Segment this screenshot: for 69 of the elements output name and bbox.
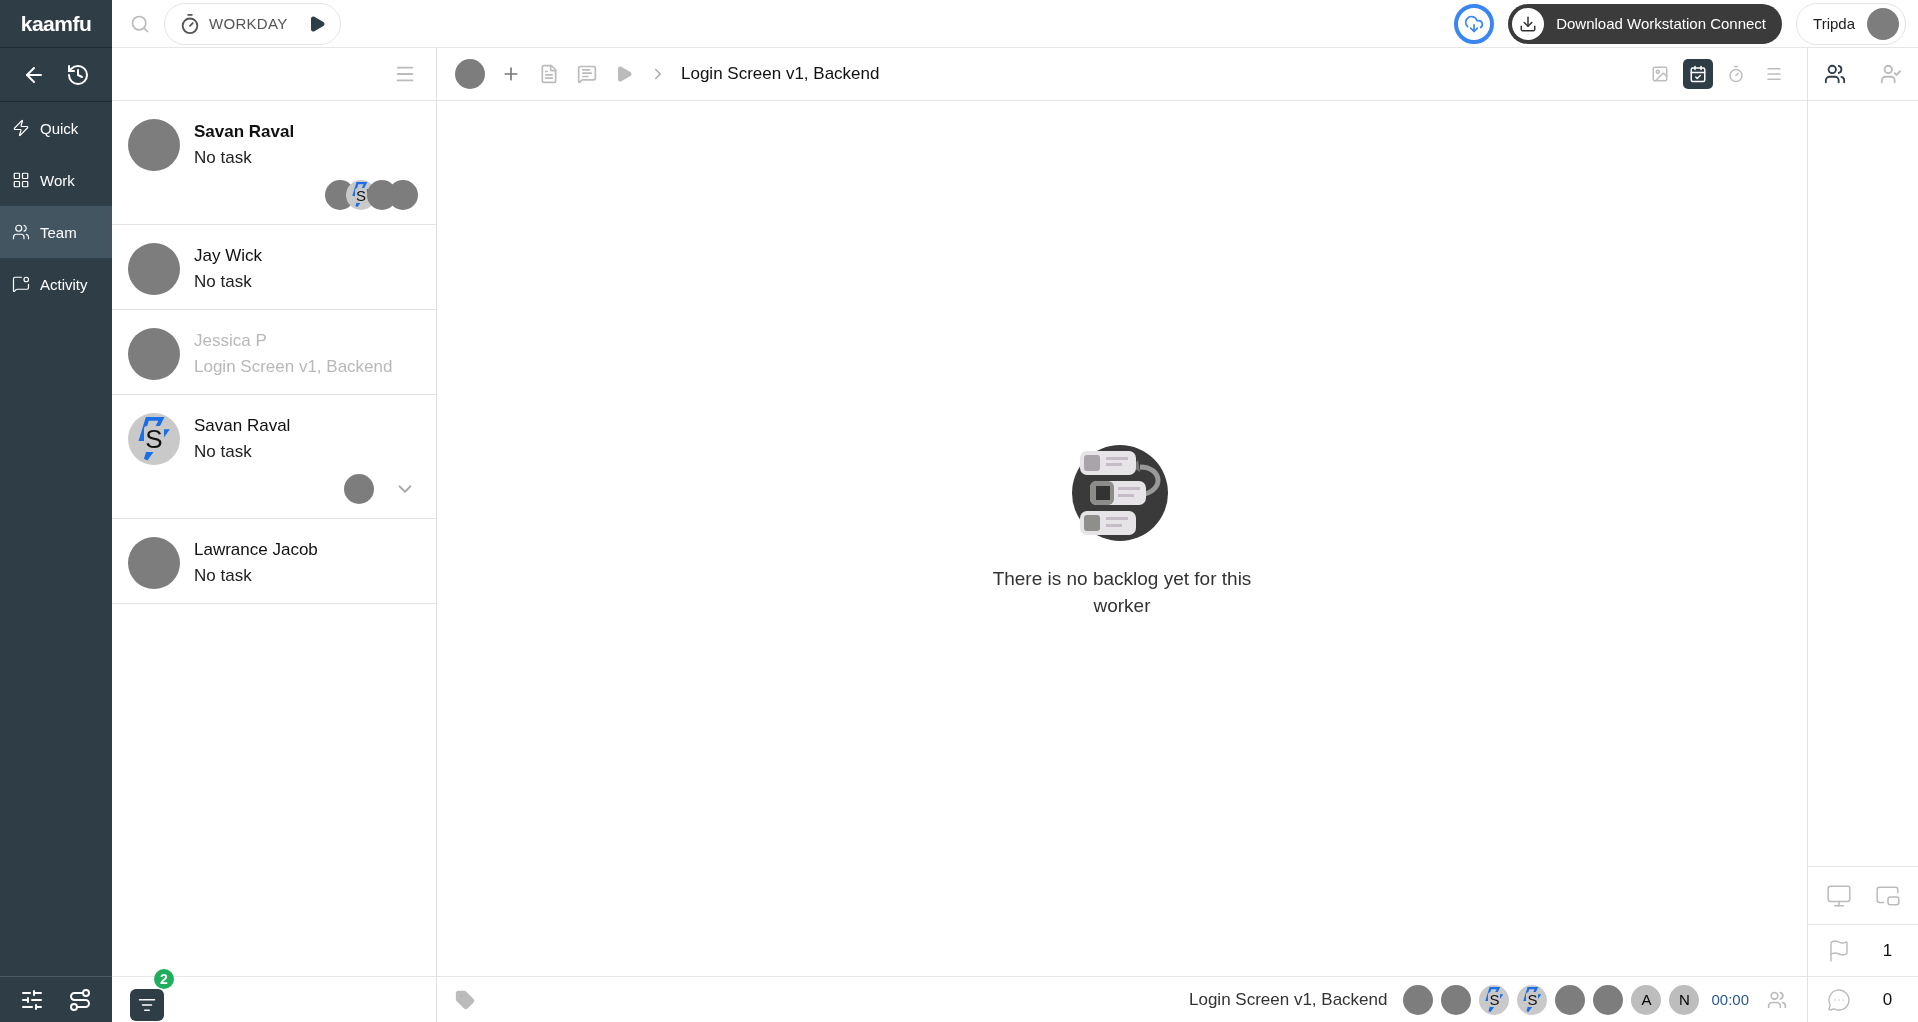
avatar-initial: S bbox=[1488, 992, 1501, 1007]
bolt-icon bbox=[1523, 986, 1542, 1013]
member-name: Jessica P bbox=[194, 331, 268, 351]
comment-icon bbox=[1826, 987, 1851, 1012]
avatar-placeholder bbox=[1441, 984, 1472, 1015]
people-icon bbox=[1824, 63, 1846, 85]
stopwatch-icon bbox=[179, 12, 201, 35]
calendar-check-button[interactable] bbox=[1683, 59, 1713, 89]
nav-item[interactable]: Work bbox=[0, 154, 112, 206]
avatar-placeholder bbox=[1555, 984, 1586, 1015]
avatar-placeholder bbox=[128, 119, 180, 171]
bolt-icon bbox=[12, 119, 30, 137]
comment-count: 0 bbox=[1881, 989, 1894, 1010]
avatar-placeholder bbox=[128, 537, 180, 589]
avatar-placeholder bbox=[344, 474, 374, 504]
footer-task: Login Screen v1, Backend bbox=[1189, 989, 1388, 1010]
timer-label: WORKDAY bbox=[209, 15, 288, 32]
team-icon bbox=[12, 223, 30, 241]
empty-message: There is no backlog yet for this worker bbox=[992, 566, 1252, 618]
avatar-placeholder bbox=[1403, 984, 1434, 1015]
avatar-placeholder bbox=[128, 328, 180, 380]
route-icon bbox=[68, 987, 92, 1012]
user-menu[interactable]: Tripda bbox=[1796, 2, 1906, 45]
nav-item[interactable]: Activity bbox=[0, 258, 112, 310]
flag-count: 1 bbox=[1881, 940, 1894, 961]
comment-icon bbox=[577, 64, 597, 84]
filter-button[interactable] bbox=[130, 988, 164, 1021]
nav-item[interactable]: Quick bbox=[0, 102, 112, 154]
cloud-download-button[interactable] bbox=[1454, 3, 1495, 44]
member-task: No task bbox=[194, 272, 253, 292]
board-icon bbox=[12, 171, 30, 189]
letter-avatar: A bbox=[1631, 984, 1662, 1015]
avatar-placeholder bbox=[1867, 7, 1899, 40]
avatar-initial: S bbox=[144, 426, 164, 452]
member-task: No task bbox=[194, 148, 253, 168]
document-icon bbox=[539, 64, 559, 84]
member-name: Lawrance Jacob bbox=[194, 540, 319, 560]
avatar-placeholder bbox=[128, 243, 180, 295]
image-icon bbox=[1651, 64, 1669, 84]
member-name: Jay Wick bbox=[194, 246, 263, 266]
play-icon bbox=[615, 65, 633, 83]
chat-icon bbox=[12, 275, 30, 293]
bolt-icon bbox=[1485, 986, 1504, 1013]
avatar-placeholder bbox=[1593, 984, 1624, 1015]
cloud-download-icon bbox=[1464, 13, 1485, 34]
task-title: Login Screen v1, Backend bbox=[681, 64, 880, 84]
avatar-initial: S bbox=[1526, 992, 1539, 1007]
search-icon[interactable] bbox=[130, 13, 150, 34]
tag-icon[interactable] bbox=[455, 989, 475, 1010]
calendar-check-icon bbox=[1689, 64, 1707, 84]
letter-avatar: N bbox=[1669, 984, 1700, 1015]
nav-item[interactable]: Team bbox=[0, 206, 112, 258]
member-task: No task bbox=[194, 566, 253, 586]
monitor-icon bbox=[1825, 882, 1852, 909]
member-task: Login Screen v1, Backend bbox=[194, 357, 394, 377]
logo: kaamfu bbox=[0, 0, 112, 48]
people-icon bbox=[1767, 989, 1787, 1010]
member-name: Savan Raval bbox=[194, 122, 296, 142]
member-task: No task bbox=[194, 442, 253, 462]
history-icon bbox=[66, 62, 90, 87]
avatar-placeholder bbox=[455, 59, 485, 89]
download-button[interactable]: Download Workstation Connect bbox=[1508, 3, 1783, 44]
member-name: Savan Raval bbox=[194, 416, 292, 436]
count-badge: 2 bbox=[154, 968, 174, 989]
sliders-icon bbox=[20, 987, 44, 1012]
download-icon bbox=[1512, 7, 1545, 40]
user-check-icon bbox=[1880, 63, 1902, 85]
timer-icon bbox=[1727, 64, 1745, 84]
timer-reading: 00:00 bbox=[1711, 991, 1749, 1008]
